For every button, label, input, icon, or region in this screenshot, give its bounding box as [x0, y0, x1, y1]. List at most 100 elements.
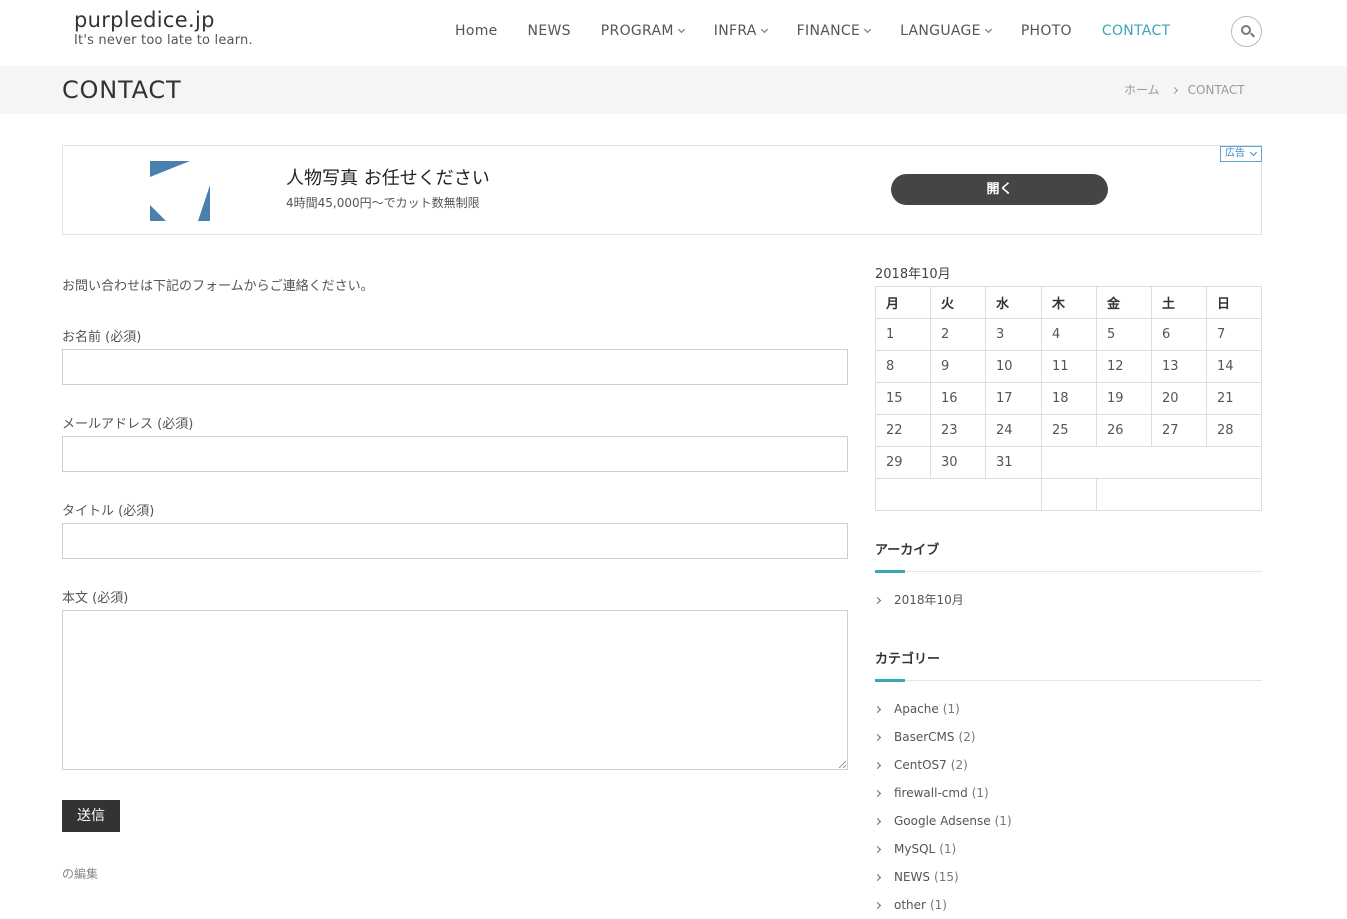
weekday-fri: 金 — [1096, 286, 1152, 319]
calendar-day: 20 — [1151, 382, 1207, 415]
chevron-right-icon — [873, 901, 882, 909]
category-count: (1) — [994, 814, 1012, 828]
chevron-right-icon — [873, 873, 882, 881]
category-item-firewall-cmd[interactable]: firewall-cmd (1) — [873, 785, 989, 801]
weekday-sat: 土 — [1151, 286, 1207, 319]
nav-item-contact[interactable]: CONTACT — [1102, 20, 1171, 42]
calendar-day: 28 — [1206, 414, 1262, 447]
search-button[interactable] — [1231, 16, 1262, 47]
nav-item-home[interactable]: Home — [455, 20, 498, 42]
calendar-day: 2 — [930, 318, 986, 351]
email-field[interactable] — [62, 436, 848, 472]
category-count: (15) — [934, 870, 959, 884]
calendar-week: 22 23 24 25 26 27 28 — [875, 414, 1262, 447]
category-item-news[interactable]: NEWS (15) — [873, 869, 959, 885]
nav-label: PHOTO — [1020, 23, 1072, 39]
nav-label: PROGRAM — [600, 23, 674, 39]
calendar-header-row: 月 火 水 木 金 土 日 — [875, 286, 1262, 319]
nav-item-photo[interactable]: PHOTO — [1021, 20, 1072, 42]
category-count: (1) — [971, 786, 989, 800]
calendar-day: 14 — [1206, 350, 1262, 383]
site-title[interactable]: purpledice.jp — [74, 7, 253, 33]
nav-item-infra[interactable]: INFRA — [714, 20, 768, 42]
category-item-apache[interactable]: Apache (1) — [873, 701, 960, 717]
chevron-right-icon — [873, 845, 882, 853]
category-count: (2) — [958, 730, 976, 744]
calendar-day: 24 — [985, 414, 1042, 447]
chevron-right-icon — [873, 733, 882, 741]
accent-bar — [875, 570, 905, 573]
chevron-right-icon — [873, 761, 882, 769]
nav-item-program[interactable]: PROGRAM — [600, 20, 685, 42]
category-name: firewall-cmd — [894, 786, 968, 800]
category-item-basercms[interactable]: BaserCMS (2) — [873, 729, 976, 745]
ad-badge[interactable]: 広告 — [1220, 146, 1262, 162]
category-count: (2) — [950, 758, 968, 772]
page-title-bar: CONTACT ホーム CONTACT — [0, 66, 1347, 114]
chevron-right-icon — [873, 789, 882, 797]
name-field[interactable] — [62, 349, 848, 385]
body-textarea[interactable] — [62, 610, 848, 770]
calendar-week: 15 16 17 18 19 20 21 — [875, 382, 1262, 415]
calendar-day: 19 — [1096, 382, 1152, 415]
title-field[interactable] — [62, 523, 848, 559]
site-header: purpledice.jp It's never too late to lea… — [0, 0, 1347, 66]
calendar-day: 8 — [875, 350, 931, 383]
edit-link[interactable]: の編集 — [62, 866, 98, 882]
nav-label: Home — [455, 23, 498, 39]
search-icon-handle — [1250, 32, 1255, 38]
breadcrumb: ホーム CONTACT — [1124, 82, 1245, 98]
ad-headline[interactable]: 人物写真 お任せください — [286, 167, 490, 191]
calendar-caption: 2018年10月 — [875, 267, 951, 282]
archive-divider — [875, 570, 1262, 573]
name-label: お名前 (必須) — [62, 330, 142, 345]
calendar-week: 8 9 10 11 12 13 14 — [875, 350, 1262, 383]
calendar-day: 30 — [930, 446, 986, 479]
calendar-day: 15 — [875, 382, 931, 415]
category-item-centos7[interactable]: CentOS7 (2) — [873, 757, 968, 773]
categories-title: カテゴリー — [875, 652, 941, 667]
weekday-tue: 火 — [930, 286, 986, 319]
archive-item[interactable]: 2018年10月 — [873, 592, 964, 608]
main-nav: Home NEWS PROGRAM INFRA FINANCE LANGUAGE… — [455, 20, 1200, 42]
ad-subtext: 4時間45,000円～でカット数無制限 — [286, 196, 480, 210]
calendar-next — [1096, 478, 1262, 511]
archive-title: アーカイブ — [875, 543, 940, 558]
weekday-wed: 水 — [985, 286, 1042, 319]
submit-button[interactable]: 送信 — [62, 800, 120, 832]
ad-open-button[interactable]: 開く — [891, 174, 1108, 205]
categories-divider — [875, 679, 1262, 682]
category-item-mysql[interactable]: MySQL (1) — [873, 841, 957, 857]
category-item-google-adsense[interactable]: Google Adsense (1) — [873, 813, 1012, 829]
calendar-day: 5 — [1096, 318, 1152, 351]
calendar: 月 火 水 木 金 土 日 1 2 3 4 5 6 7 8 9 10 11 12… — [875, 286, 1262, 511]
nav-item-news[interactable]: NEWS — [528, 20, 571, 42]
breadcrumb-home[interactable]: ホーム — [1124, 82, 1160, 98]
archive-item-label: 2018年10月 — [894, 593, 964, 607]
nav-label: CONTACT — [1101, 23, 1171, 39]
category-count: (1) — [939, 842, 957, 856]
breadcrumb-current: CONTACT — [1187, 83, 1245, 97]
ad-badge-label: 広告 — [1225, 148, 1245, 159]
weekday-thu: 木 — [1041, 286, 1097, 319]
title-label: タイトル (必須) — [62, 504, 155, 519]
ad-logo — [150, 161, 210, 221]
calendar-day: 21 — [1206, 382, 1262, 415]
category-name: CentOS7 — [894, 758, 947, 772]
calendar-pad — [1041, 446, 1262, 479]
calendar-week: 1 2 3 4 5 6 7 — [875, 318, 1262, 351]
resize-handle-icon[interactable] — [838, 760, 846, 768]
category-item-other[interactable]: other (1) — [873, 897, 947, 913]
calendar-day: 7 — [1206, 318, 1262, 351]
calendar-day: 10 — [985, 350, 1042, 383]
page-title: CONTACT — [62, 76, 182, 104]
form-intro: お問い合わせは下記のフォームからご連絡ください。 — [62, 279, 374, 294]
email-label: メールアドレス (必須) — [62, 417, 194, 432]
category-count: (1) — [929, 898, 947, 912]
nav-item-finance[interactable]: FINANCE — [797, 20, 872, 42]
nav-item-language[interactable]: LANGUAGE — [900, 20, 992, 42]
calendar-day: 1 — [875, 318, 931, 351]
body-label: 本文 (必須) — [62, 591, 129, 606]
site-brand[interactable]: purpledice.jp It's never too late to lea… — [74, 7, 253, 49]
ad-banner[interactable]: 人物写真 お任せください 4時間45,000円～でカット数無制限 開く 広告 — [62, 145, 1262, 235]
